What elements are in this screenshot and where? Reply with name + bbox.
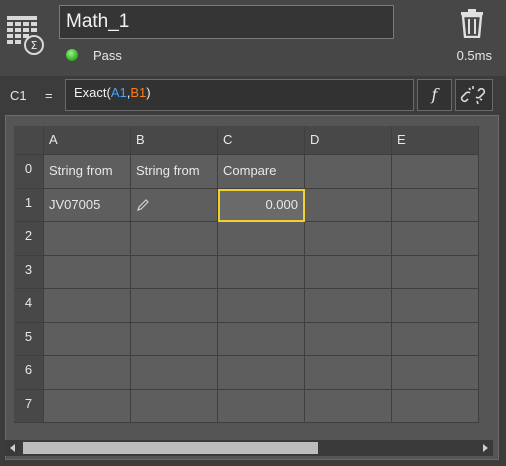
cell-e1[interactable]	[392, 188, 479, 222]
cell-a1[interactable]: JV07005	[44, 188, 131, 222]
cell-c4[interactable]	[218, 289, 305, 323]
cell-e5[interactable]	[392, 322, 479, 356]
cell-a2[interactable]	[44, 222, 131, 256]
cell-b7[interactable]	[131, 389, 218, 423]
row-header-2[interactable]: 2	[14, 222, 44, 256]
column-header-c[interactable]: C	[218, 126, 305, 155]
horizontal-scrollbar[interactable]	[5, 440, 493, 456]
column-header-e[interactable]: E	[392, 126, 479, 155]
column-header-d[interactable]: D	[305, 126, 392, 155]
cell-a7[interactable]	[44, 389, 131, 423]
formula-input[interactable]: Exact(A1,B1)	[65, 79, 414, 111]
cell-b1[interactable]	[131, 188, 218, 222]
tool-name-input[interactable]: Math_1	[59, 5, 394, 39]
cell-b2[interactable]	[131, 222, 218, 256]
cell-e0[interactable]	[392, 155, 479, 189]
equals-sign: =	[45, 88, 53, 103]
cell-d6[interactable]	[305, 356, 392, 390]
cell-e3[interactable]	[392, 255, 479, 289]
row-header-4[interactable]: 4	[14, 289, 44, 323]
cell-c5[interactable]	[218, 322, 305, 356]
cell-c1[interactable]: 0.000	[218, 188, 305, 222]
cell-a4[interactable]	[44, 289, 131, 323]
formula-func: Exact(	[74, 85, 111, 100]
trash-icon[interactable]	[459, 8, 485, 38]
cell-b4[interactable]	[131, 289, 218, 323]
cell-a0[interactable]: String from	[44, 155, 131, 189]
row-header-5[interactable]: 5	[14, 322, 44, 356]
scroll-right-icon[interactable]	[477, 440, 493, 456]
cell-d3[interactable]	[305, 255, 392, 289]
row-header-7[interactable]: 7	[14, 389, 44, 423]
cell-d7[interactable]	[305, 389, 392, 423]
cell-a3[interactable]	[44, 255, 131, 289]
cell-a5[interactable]	[44, 322, 131, 356]
cell-b3[interactable]	[131, 255, 218, 289]
cell-b5[interactable]	[131, 322, 218, 356]
spreadsheet-panel: A B C D E 0 String from String from Compare 1 JV07…	[5, 115, 499, 460]
link-button[interactable]	[455, 79, 493, 111]
row-header-1[interactable]: 1	[14, 188, 44, 222]
scrollbar-thumb[interactable]	[23, 442, 318, 454]
cell-a6[interactable]	[44, 356, 131, 390]
cell-d4[interactable]	[305, 289, 392, 323]
scroll-left-icon[interactable]	[5, 440, 21, 456]
cell-d0[interactable]	[305, 155, 392, 189]
grid-corner	[14, 126, 44, 155]
cell-b0[interactable]: String from	[131, 155, 218, 189]
cell-e7[interactable]	[392, 389, 479, 423]
cell-d1[interactable]	[305, 188, 392, 222]
cell-b6[interactable]	[131, 356, 218, 390]
column-header-b[interactable]: B	[131, 126, 218, 155]
cell-d2[interactable]	[305, 222, 392, 256]
status-text: Pass	[93, 48, 122, 63]
cell-d5[interactable]	[305, 322, 392, 356]
cell-c7[interactable]	[218, 389, 305, 423]
row-header-0[interactable]: 0	[14, 155, 44, 189]
formula-ref-a: A1	[110, 85, 127, 100]
formula-close: )	[146, 85, 151, 100]
pencil-icon[interactable]	[136, 198, 150, 212]
column-header-a[interactable]: A	[44, 126, 131, 155]
active-cell-ref: C1	[10, 88, 27, 103]
function-button[interactable]: f	[417, 79, 452, 111]
svg-text:Σ: Σ	[31, 39, 38, 52]
tool-header: Σ Math_1 Pass 0.5ms	[0, 0, 506, 76]
formula-ref-b: B1	[130, 85, 147, 100]
row-header-6[interactable]: 6	[14, 356, 44, 390]
cell-c0[interactable]: Compare	[218, 155, 305, 189]
row-header-3[interactable]: 3	[14, 255, 44, 289]
cell-c3[interactable]	[218, 255, 305, 289]
spreadsheet-sum-icon: Σ	[7, 16, 44, 55]
execution-time: 0.5ms	[456, 48, 492, 63]
cell-e4[interactable]	[392, 289, 479, 323]
broken-link-icon	[460, 86, 486, 105]
cell-e6[interactable]	[392, 356, 479, 390]
cell-c6[interactable]	[218, 356, 305, 390]
cell-c2[interactable]	[218, 222, 305, 256]
cell-e2[interactable]	[392, 222, 479, 256]
status-indicator-icon	[66, 49, 78, 61]
